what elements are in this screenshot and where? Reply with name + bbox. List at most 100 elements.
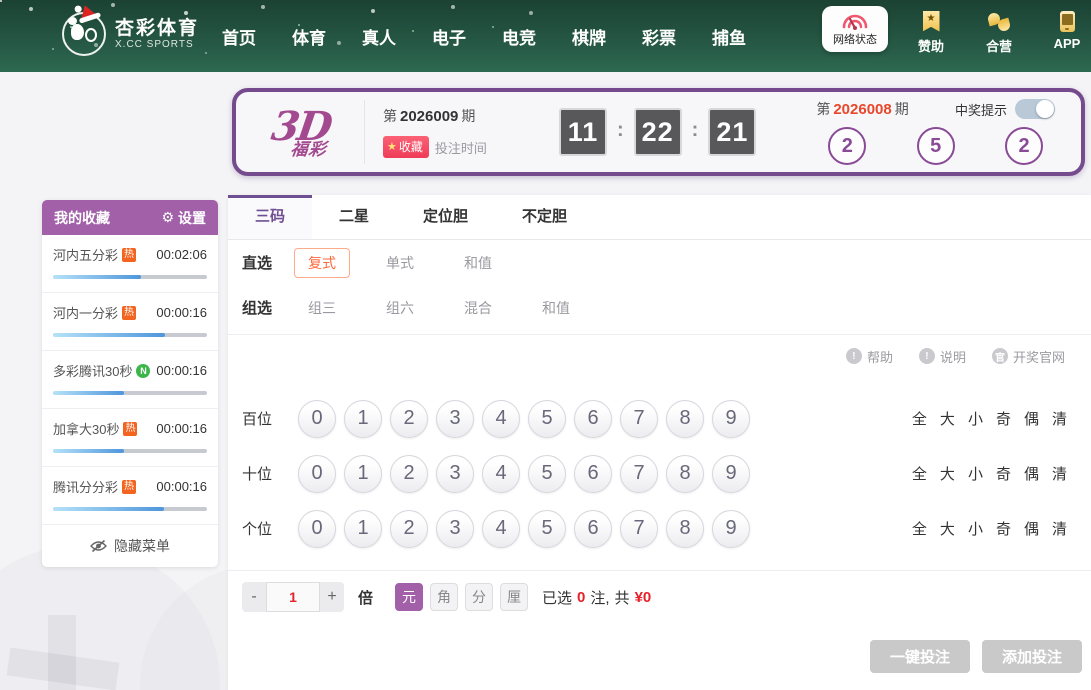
- digit-button-百位-2[interactable]: 2: [390, 400, 428, 438]
- network-status-button[interactable]: 网络状态: [822, 6, 888, 52]
- filter-奇[interactable]: 奇: [996, 518, 1011, 539]
- tab-不定胆[interactable]: 不定胆: [495, 195, 594, 239]
- digit-button-百位-0[interactable]: 0: [298, 400, 336, 438]
- logo-text: 杏彩体育 X.CC SPORTS: [115, 19, 199, 50]
- filter-全[interactable]: 全: [912, 518, 927, 539]
- quick-link-合营[interactable]: 合营: [976, 10, 1022, 55]
- action-button-添加投注[interactable]: 添加投注: [982, 640, 1082, 673]
- play-option-单式[interactable]: 单式: [372, 248, 428, 278]
- nav-item-捕鱼[interactable]: 捕鱼: [712, 24, 746, 49]
- digit-button-十位-2[interactable]: 2: [390, 455, 428, 493]
- digit-button-百位-7[interactable]: 7: [620, 400, 658, 438]
- digit-button-百位-9[interactable]: 9: [712, 400, 750, 438]
- action-button-一键投注[interactable]: 一键投注: [870, 640, 970, 673]
- digit-button-十位-3[interactable]: 3: [436, 455, 474, 493]
- filter-奇[interactable]: 奇: [996, 408, 1011, 429]
- digit-button-十位-0[interactable]: 0: [298, 455, 336, 493]
- filter-大[interactable]: 大: [940, 518, 955, 539]
- digit-button-十位-7[interactable]: 7: [620, 455, 658, 493]
- nav-item-电子[interactable]: 电子: [432, 24, 466, 49]
- multiplier-input[interactable]: 1: [266, 582, 320, 612]
- help-link-说明[interactable]: !说明: [919, 347, 966, 366]
- filter-大[interactable]: 大: [940, 408, 955, 429]
- play-option-和值[interactable]: 和值: [528, 293, 584, 323]
- digit-button-百位-8[interactable]: 8: [666, 400, 704, 438]
- hide-menu-button[interactable]: 隐藏菜单: [42, 525, 218, 567]
- digit-button-个位-8[interactable]: 8: [666, 510, 704, 548]
- digit-button-十位-8[interactable]: 8: [666, 455, 704, 493]
- unit-button-厘[interactable]: 厘: [500, 583, 528, 611]
- sidebar-title: 我的收藏: [54, 208, 110, 228]
- digit-button-百位-3[interactable]: 3: [436, 400, 474, 438]
- bookmark-star-icon: ★: [923, 11, 940, 32]
- play-option-和值[interactable]: 和值: [450, 248, 506, 278]
- lottery-list-item[interactable]: 河内五分彩热00:02:06: [42, 235, 218, 293]
- filter-小[interactable]: 小: [968, 463, 983, 484]
- site-logo[interactable]: 杏彩体育 X.CC SPORTS: [62, 12, 199, 56]
- play-option-复式[interactable]: 复式: [294, 248, 350, 278]
- digit-button-十位-9[interactable]: 9: [712, 455, 750, 493]
- filter-大[interactable]: 大: [940, 463, 955, 484]
- filter-全[interactable]: 全: [912, 408, 927, 429]
- digit-button-个位-4[interactable]: 4: [482, 510, 520, 548]
- help-link-帮助[interactable]: !帮助: [846, 347, 893, 366]
- filter-偶[interactable]: 偶: [1024, 408, 1039, 429]
- digit-button-百位-6[interactable]: 6: [574, 400, 612, 438]
- nav-item-电竞[interactable]: 电竞: [502, 24, 536, 49]
- digit-button-个位-7[interactable]: 7: [620, 510, 658, 548]
- digit-button-十位-6[interactable]: 6: [574, 455, 612, 493]
- digit-button-个位-0[interactable]: 0: [298, 510, 336, 548]
- nav-item-首页[interactable]: 首页: [222, 24, 256, 49]
- digit-button-个位-5[interactable]: 5: [528, 510, 566, 548]
- digit-button-个位-3[interactable]: 3: [436, 510, 474, 548]
- multiplier-minus-button[interactable]: -: [242, 582, 266, 612]
- nav-item-彩票[interactable]: 彩票: [642, 24, 676, 49]
- lottery-list-item[interactable]: 腾讯分分彩热00:00:16: [42, 467, 218, 525]
- watermark-plus: [8, 615, 118, 690]
- digit-button-十位-5[interactable]: 5: [528, 455, 566, 493]
- lottery-list-item[interactable]: 多彩腾讯30秒N00:00:16: [42, 351, 218, 409]
- unit-button-元[interactable]: 元: [395, 583, 423, 611]
- play-option-混合[interactable]: 混合: [450, 293, 506, 323]
- filter-偶[interactable]: 偶: [1024, 518, 1039, 539]
- digit-button-个位-6[interactable]: 6: [574, 510, 612, 548]
- nav-item-棋牌[interactable]: 棋牌: [572, 24, 606, 49]
- tab-定位胆[interactable]: 定位胆: [396, 195, 495, 239]
- digit-button-个位-2[interactable]: 2: [390, 510, 428, 548]
- lottery-list-item[interactable]: 加拿大30秒热00:00:16: [42, 409, 218, 467]
- help-link-开奖官网[interactable]: 官开奖官网: [992, 347, 1065, 366]
- filter-偶[interactable]: 偶: [1024, 463, 1039, 484]
- info-icon: !: [919, 348, 935, 364]
- filter-小[interactable]: 小: [968, 518, 983, 539]
- digit-button-十位-4[interactable]: 4: [482, 455, 520, 493]
- digit-button-个位-9[interactable]: 9: [712, 510, 750, 548]
- filter-清[interactable]: 清: [1052, 408, 1067, 429]
- play-option-组六[interactable]: 组六: [372, 293, 428, 323]
- lottery-list-item[interactable]: 河内一分彩热00:00:16: [42, 293, 218, 351]
- settings-button[interactable]: ⚙ 设置: [161, 208, 206, 228]
- digit-button-个位-1[interactable]: 1: [344, 510, 382, 548]
- filter-小[interactable]: 小: [968, 408, 983, 429]
- tab-三码[interactable]: 三码: [228, 195, 312, 239]
- favorite-button[interactable]: ★收藏: [383, 136, 429, 158]
- nav-item-真人[interactable]: 真人: [362, 24, 396, 49]
- nav-item-体育[interactable]: 体育: [292, 24, 326, 49]
- win-tip-toggle[interactable]: [1015, 99, 1055, 119]
- filter-奇[interactable]: 奇: [996, 463, 1011, 484]
- play-option-组三[interactable]: 组三: [294, 293, 350, 323]
- unit-button-角[interactable]: 角: [430, 583, 458, 611]
- unit-button-分[interactable]: 分: [465, 583, 493, 611]
- tab-二星[interactable]: 二星: [312, 195, 396, 239]
- favorite-label: 收藏: [399, 138, 423, 155]
- filter-清[interactable]: 清: [1052, 463, 1067, 484]
- filter-清[interactable]: 清: [1052, 518, 1067, 539]
- multiplier-plus-button[interactable]: +: [320, 582, 344, 612]
- digit-button-百位-5[interactable]: 5: [528, 400, 566, 438]
- number-row-label: 个位: [242, 518, 298, 539]
- filter-全[interactable]: 全: [912, 463, 927, 484]
- digit-button-百位-1[interactable]: 1: [344, 400, 382, 438]
- digit-button-十位-1[interactable]: 1: [344, 455, 382, 493]
- quick-link-赞助[interactable]: ★赞助: [908, 10, 954, 55]
- digit-button-百位-4[interactable]: 4: [482, 400, 520, 438]
- quick-link-APP[interactable]: APP: [1044, 10, 1090, 55]
